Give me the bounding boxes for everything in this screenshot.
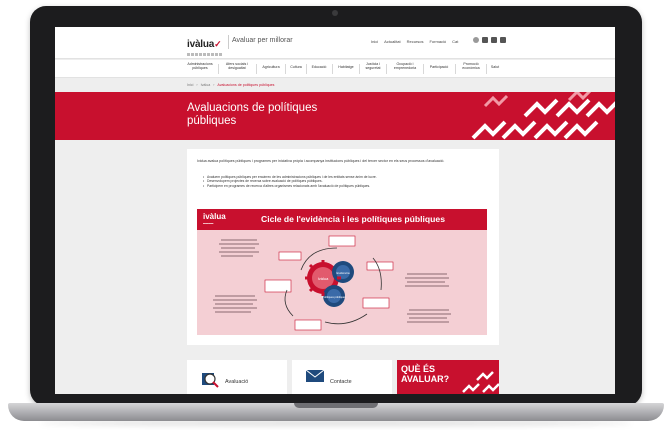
gear-label-evidencia: Evidència: [336, 271, 349, 275]
main-nav: Administracions públiques Afers socials …: [55, 60, 615, 78]
promo-title: QUÈ ÉS AVALUAR?: [401, 364, 450, 384]
page-title: Avaluacions de polítiques públiques: [187, 102, 318, 127]
nav-divider: [423, 64, 424, 74]
youtube-icon[interactable]: [500, 37, 506, 43]
nav-divider: [306, 64, 307, 74]
logo-divider: [228, 35, 229, 49]
twitter-icon[interactable]: [491, 37, 497, 43]
list-item: Participem en programes de recerca d'alt…: [203, 184, 483, 189]
breadcrumb-current: Avaluacions de polítiques públiques: [217, 83, 275, 87]
linkedin-icon[interactable]: [482, 37, 488, 43]
social-links: [473, 37, 506, 43]
promo-chevron-pattern: [462, 371, 499, 393]
nav-item-cultura[interactable]: Cultura: [288, 65, 304, 69]
card-contacte[interactable]: Contacte: [292, 360, 392, 394]
hero-chevron-pattern: [471, 92, 615, 140]
breadcrumb: Inici › Ivàlua › Avaluacions de polítiqu…: [187, 83, 274, 87]
top-link-recursos[interactable]: Recursos: [407, 39, 424, 44]
logo-subtitle: [187, 53, 223, 56]
infographic-header: ivàlua ▬▬▬▬ Cicle de l'evidència i les p…: [197, 209, 487, 230]
nav-item-administracions[interactable]: Administracions públiques: [185, 62, 215, 71]
nav-divider: [386, 64, 387, 74]
logo-check-icon: ✓: [214, 39, 222, 49]
logo[interactable]: ivàlua✓: [187, 34, 227, 56]
evidence-cycle-diagram: Ivàlua Evidència Polítiques públiques: [213, 235, 451, 331]
nav-divider: [455, 64, 456, 74]
bullet-list: Avaluem polítiques públiques per encàrre…: [203, 175, 483, 189]
nav-item-participacio[interactable]: Participació: [426, 65, 452, 69]
card-contacte-label: Contacte: [330, 379, 352, 385]
intro-text: Ivàlua avalua polítiques públiques i pro…: [197, 159, 445, 163]
hero-banner: Avaluacions de polítiques públiques: [55, 92, 615, 140]
camera-icon: [332, 10, 338, 16]
card-avaluacio[interactable]: Avaluació: [187, 360, 287, 394]
card-avaluacio-label: Avaluació: [225, 379, 249, 385]
gear-label-ivalua: Ivàlua: [318, 276, 329, 281]
breadcrumb-home[interactable]: Inici: [187, 83, 193, 87]
infographic-logo-subtitle: ▬▬▬▬: [203, 222, 214, 225]
nav-divider: [486, 64, 487, 74]
site-header: ivàlua✓ Avaluar per millorar Inici Actua…: [55, 27, 615, 59]
nav-item-promocio[interactable]: Promoció econòmica: [458, 62, 484, 71]
magnifier-chart-icon: [202, 373, 219, 388]
top-link-formacio[interactable]: Formació: [429, 39, 446, 44]
top-link-actualitat[interactable]: Actualitat: [384, 39, 400, 44]
laptop-notch: [294, 403, 378, 408]
tagline: Avaluar per millorar: [232, 37, 293, 44]
nav-item-salut[interactable]: Salut: [489, 65, 501, 69]
nav-divider: [218, 64, 219, 74]
search-icon[interactable]: [473, 37, 479, 43]
nav-item-educacio[interactable]: Educació: [309, 65, 329, 69]
breadcrumb-separator: ›: [213, 83, 215, 87]
infographic[interactable]: ivàlua ▬▬▬▬ Cicle de l'evidència i les p…: [197, 209, 487, 335]
top-link-inici[interactable]: Inici: [371, 39, 378, 44]
nav-item-justicia[interactable]: Justícia i seguretat: [362, 62, 384, 71]
que-es-avaluar-banner[interactable]: QUÈ ÉS AVALUAR?: [397, 360, 499, 394]
envelope-icon: [306, 370, 324, 382]
nav-divider: [359, 64, 360, 74]
breadcrumb-separator: ›: [196, 83, 198, 87]
infographic-logo: ivàlua: [203, 212, 226, 221]
nav-item-habitatge[interactable]: Habitatge: [335, 65, 357, 69]
nav-item-agricultura[interactable]: Agricultura: [259, 65, 283, 69]
nav-divider: [256, 64, 257, 74]
top-links: Inici Actualitat Recursos Formació Cat: [371, 39, 458, 44]
logo-text: ivàlua: [187, 39, 215, 50]
infographic-title: Cicle de l'evidència i les polítiques pú…: [261, 214, 445, 224]
nav-divider: [285, 64, 286, 74]
breadcrumb-ivalua[interactable]: Ivàlua: [201, 83, 211, 87]
nav-divider: [332, 64, 333, 74]
laptop-base: [8, 403, 664, 421]
gear-label-politiques: Polítiques públiques: [322, 295, 346, 299]
screen: ivàlua✓ Avaluar per millorar Inici Actua…: [55, 27, 615, 394]
content-card: Ivàlua avalua polítiques públiques i pro…: [187, 149, 499, 345]
nav-item-ocupacio[interactable]: Ocupació i emprenedoria: [389, 62, 421, 71]
language-selector[interactable]: Cat: [452, 39, 458, 44]
nav-item-afers-socials[interactable]: Afers socials i desigualtat: [221, 62, 253, 71]
